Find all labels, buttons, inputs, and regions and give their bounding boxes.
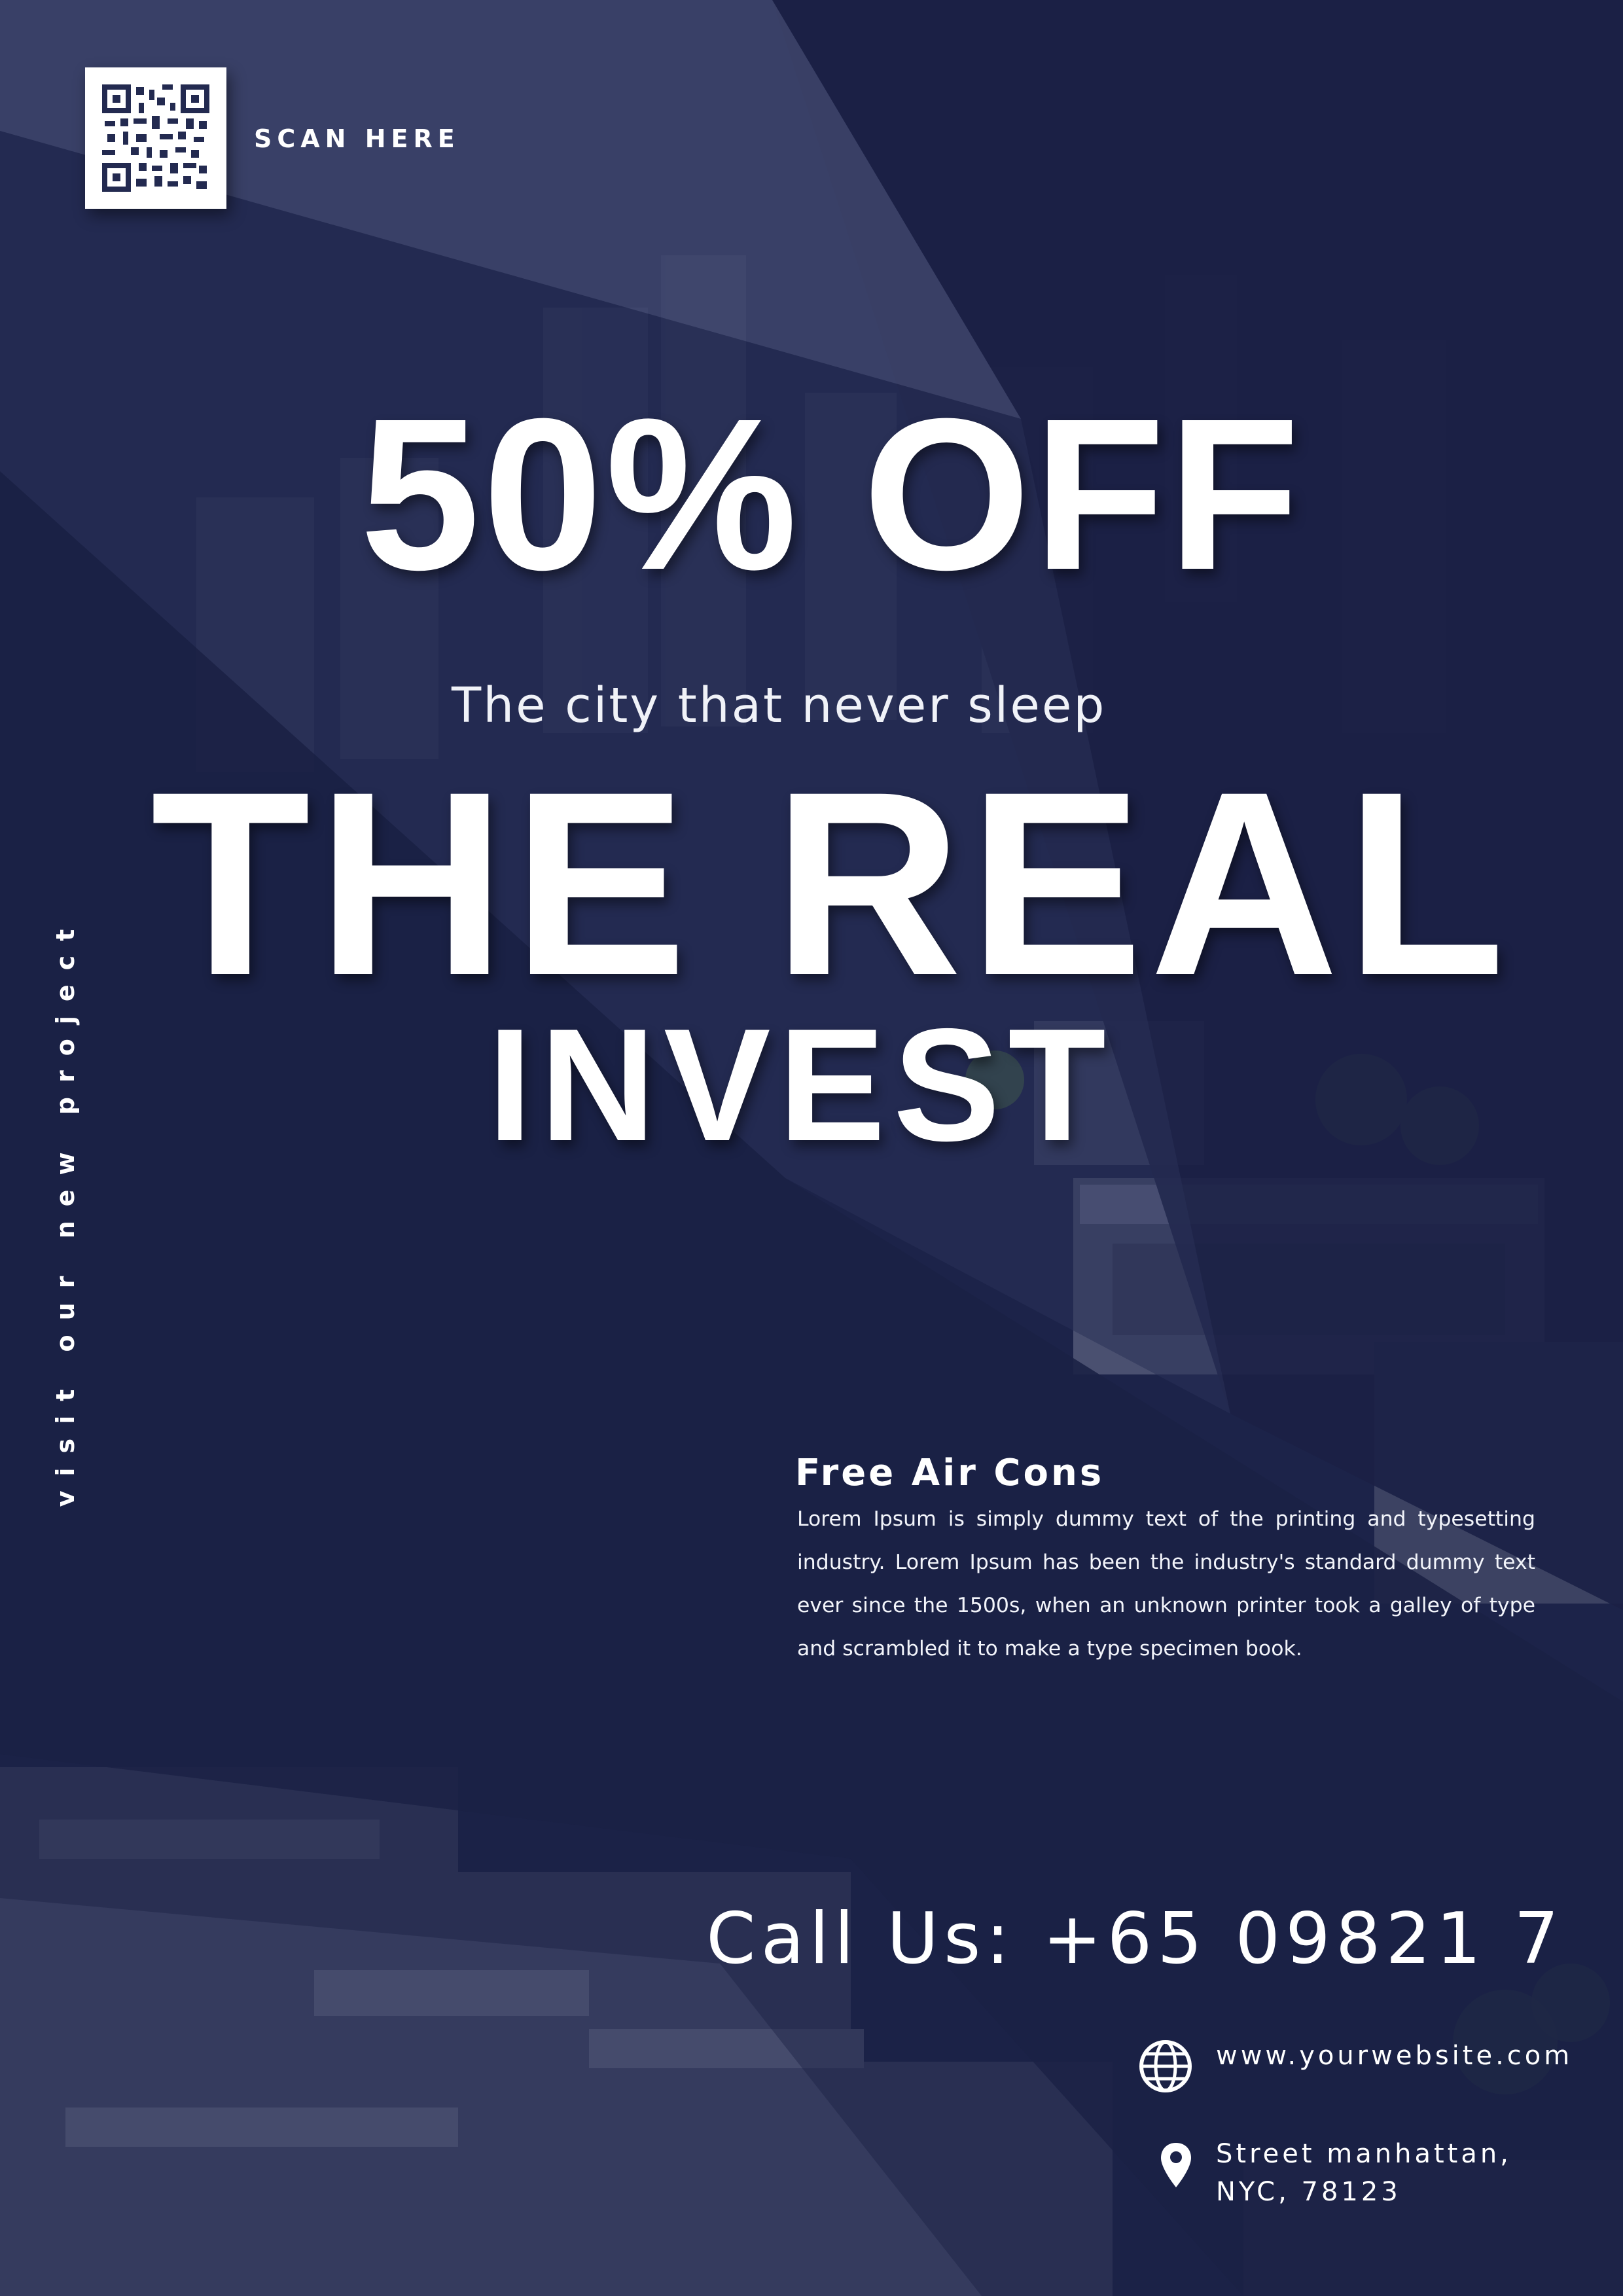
- globe-icon: [1139, 2040, 1192, 2092]
- discount-headline: 50% OFF: [359, 373, 1302, 615]
- feature-description: Lorem Ipsum is simply dummy text of the …: [797, 1507, 1535, 1660]
- phone-number[interactable]: Call Us: +65 09821 7: [706, 1898, 1564, 1980]
- scan-here-label: SCAN HERE: [254, 124, 460, 153]
- map-pin-icon: [1161, 2143, 1191, 2187]
- feature-title: Free Air Cons: [795, 1452, 1105, 1494]
- address-line-2: NYC, 78123: [1216, 2177, 1401, 2207]
- title-line-2: INVEST: [488, 995, 1114, 1174]
- address-line-1: Street manhattan,: [1216, 2139, 1512, 2169]
- qr-code[interactable]: [85, 67, 226, 209]
- tagline: The city that never sleep: [452, 677, 1107, 734]
- website-link[interactable]: www.yourwebsite.com: [1216, 2041, 1573, 2071]
- side-vertical-text: visit our new project: [51, 914, 80, 1507]
- address: Street manhattan, NYC, 78123: [1216, 2135, 1512, 2211]
- title-line-1: THE REAL: [151, 737, 1512, 1030]
- poster: SCAN HERE 50% OFF The city that never sl…: [0, 0, 1623, 2296]
- qr-code-icon: [102, 84, 209, 192]
